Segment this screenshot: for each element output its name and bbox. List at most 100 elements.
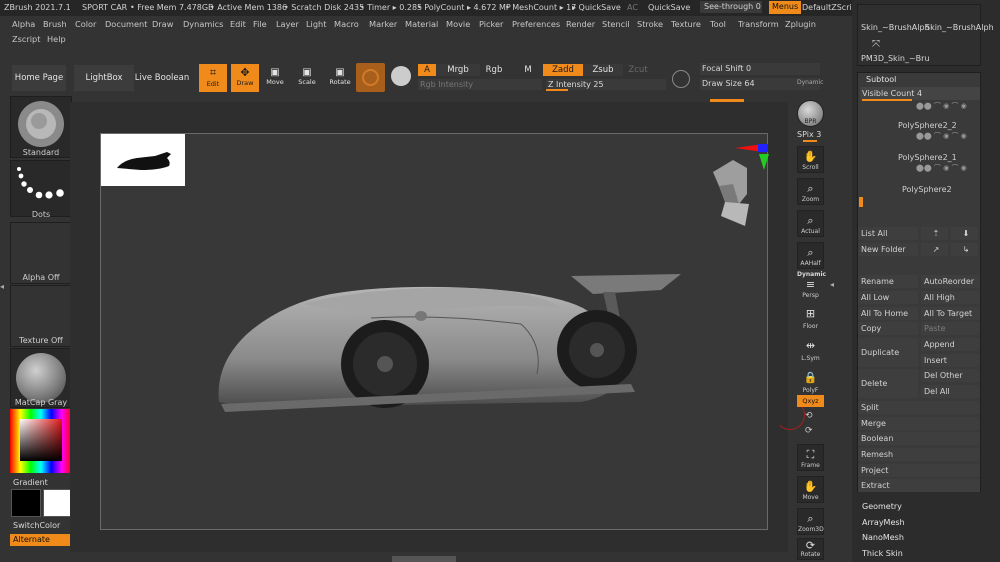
scroll-button[interactable]: ✋ Scroll [797, 146, 824, 173]
rotate-z-icon[interactable]: ⟳ [805, 426, 813, 436]
brush-thumb-3[interactable]: PM3D_Skin_~Bru [861, 54, 930, 63]
delete-button[interactable]: Delete [858, 369, 918, 398]
move-down-icon[interactable]: ⬇ [951, 227, 978, 240]
menu-layer[interactable]: Layer [276, 19, 299, 29]
menu-tool[interactable]: Tool [710, 19, 726, 29]
zsub-toggle[interactable]: Zsub [583, 64, 623, 76]
color-square[interactable] [20, 419, 62, 461]
brush-thumb-2[interactable]: Skin_~BrushAlph [925, 23, 994, 32]
live-boolean-button[interactable]: Live Boolean [134, 65, 190, 91]
mrgb-toggle[interactable]: Mrgb [436, 64, 480, 76]
navigation-gizmo[interactable] [711, 144, 775, 244]
copy-button[interactable]: Copy [858, 322, 918, 335]
frame-button[interactable]: ⛶ Frame [797, 444, 824, 471]
polyf-button[interactable]: 🔒 PolyF [797, 368, 824, 395]
folder-insert-icon[interactable]: ↳ [951, 243, 978, 256]
aahalf-button[interactable]: ⌕ AAHalf [797, 242, 824, 269]
new-folder-button[interactable]: New Folder [858, 243, 918, 256]
move-view-button[interactable]: ✋ Move [797, 476, 824, 503]
insert-button[interactable]: Insert [921, 354, 980, 367]
rgb-toggle[interactable]: Rgb [480, 64, 508, 76]
menu-draw[interactable]: Draw [152, 19, 173, 29]
sphere-brush-button[interactable] [356, 63, 385, 92]
project-section[interactable]: Project [858, 464, 980, 477]
rename-button[interactable]: Rename [858, 275, 918, 288]
bottom-scroll-handle[interactable] [392, 556, 456, 562]
xyz-button[interactable]: Qxyz [797, 395, 824, 407]
menu-zplugin[interactable]: Zplugin [785, 19, 816, 29]
menu-zscript[interactable]: Zscript [12, 34, 40, 44]
menu-edit[interactable]: Edit [230, 19, 246, 29]
all-to-target-button[interactable]: All To Target [921, 307, 980, 320]
edit-button[interactable]: ⌗ Edit [199, 64, 227, 92]
menu-file[interactable]: File [253, 19, 267, 29]
menu-movie[interactable]: Movie [446, 19, 470, 29]
lazy-mouse-icon[interactable] [672, 70, 690, 88]
focal-shift-slider[interactable]: Focal Shift 0 [700, 63, 820, 75]
color-picker[interactable] [10, 409, 72, 473]
quicksave-button[interactable]: QuickSave [648, 3, 690, 12]
menu-render[interactable]: Render [566, 19, 595, 29]
switchcolor-button[interactable]: SwitchColor [13, 521, 60, 530]
rotate-y-icon[interactable]: ⟲ [805, 411, 813, 421]
append-button[interactable]: Append [921, 338, 980, 351]
subtool-title[interactable]: Subtool [866, 75, 896, 84]
menu-color[interactable]: Color [75, 19, 96, 29]
lsym-button[interactable]: ⇹ L.Sym [797, 336, 824, 363]
right-collapse-arrow-icon[interactable]: ◂ [830, 280, 836, 292]
menu-alpha[interactable]: Alpha [12, 19, 35, 29]
menu-light[interactable]: Light [306, 19, 326, 29]
menu-brush[interactable]: Brush [43, 19, 67, 29]
gradient-label[interactable]: Gradient [13, 478, 48, 487]
del-all-button[interactable]: Del All [921, 385, 980, 398]
thick-skin-section[interactable]: Thick Skin [862, 549, 903, 558]
all-to-home-button[interactable]: All To Home [858, 307, 918, 320]
home-page-button[interactable]: Home Page [12, 65, 66, 91]
menu-texture[interactable]: Texture [671, 19, 701, 29]
paste-button[interactable]: Paste [921, 322, 980, 335]
extract-section[interactable]: Extract [858, 479, 980, 492]
subtool-toggles-icon[interactable]: ⬤⬤ ⌒ ◉ ⌒ ◉ [916, 101, 978, 111]
move-up-icon[interactable]: ⇡ [921, 227, 948, 240]
folder-arrow-icon[interactable]: ↗ [921, 243, 948, 256]
menu-document[interactable]: Document [105, 19, 147, 29]
dynamic-persp-label[interactable]: Dynamic [797, 271, 826, 278]
menu-preferences[interactable]: Preferences [512, 19, 560, 29]
left-collapse-arrow-icon[interactable]: ◂ [0, 282, 6, 294]
brush-thumb-1[interactable]: Skin_~BrushAlph [861, 23, 930, 32]
menu-stroke[interactable]: Stroke [637, 19, 663, 29]
lightbox-button[interactable]: LightBox [74, 65, 134, 91]
nanomesh-section[interactable]: NanoMesh [862, 533, 904, 542]
persp-button[interactable]: ≡ Persp [797, 278, 824, 300]
floor-button[interactable]: ⊞ Floor [797, 304, 824, 331]
scale-button[interactable]: ▣ Scale [294, 64, 320, 92]
arraymesh-section[interactable]: ArrayMesh [862, 518, 905, 527]
document-canvas[interactable] [100, 133, 769, 530]
brush-thumbnails[interactable]: Skin_~BrushAlph Skin_~BrushAlph PM3D_Ski… [857, 4, 994, 66]
draw-button[interactable]: ✥ Draw [231, 64, 259, 92]
autoreorder-button[interactable]: AutoReorder [921, 275, 980, 288]
remesh-section[interactable]: Remesh [858, 448, 980, 461]
zoom3d-button[interactable]: ⌕ Zoom3D [797, 508, 824, 535]
move-button[interactable]: ▣ Move [262, 64, 288, 92]
subtool-1-toggles-icon[interactable]: ⬤⬤ ⌒ ◉ ⌒ ◉ [916, 131, 967, 141]
dynamic-label[interactable]: Dynamic [797, 79, 823, 86]
geometry-section[interactable]: Geometry [862, 502, 902, 511]
duplicate-button[interactable]: Duplicate [858, 338, 918, 367]
m-toggle[interactable]: M [518, 64, 538, 76]
bpr-render-button[interactable]: BPR [797, 100, 824, 127]
all-high-button[interactable]: All High [921, 291, 980, 304]
material-sphere-icon[interactable] [391, 66, 411, 86]
menu-dynamics[interactable]: Dynamics [183, 19, 223, 29]
menu-transform[interactable]: Transform [738, 19, 779, 29]
menu-marker[interactable]: Marker [369, 19, 397, 29]
del-other-button[interactable]: Del Other [921, 369, 980, 382]
a-toggle[interactable]: A [418, 64, 436, 76]
menu-stencil[interactable]: Stencil [602, 19, 630, 29]
menu-picker[interactable]: Picker [479, 19, 503, 29]
list-all-button[interactable]: List All [858, 227, 918, 240]
alternate-button[interactable]: Alternate [10, 534, 72, 546]
all-low-button[interactable]: All Low [858, 291, 918, 304]
merge-section[interactable]: Merge [858, 417, 980, 430]
menu-macro[interactable]: Macro [334, 19, 359, 29]
